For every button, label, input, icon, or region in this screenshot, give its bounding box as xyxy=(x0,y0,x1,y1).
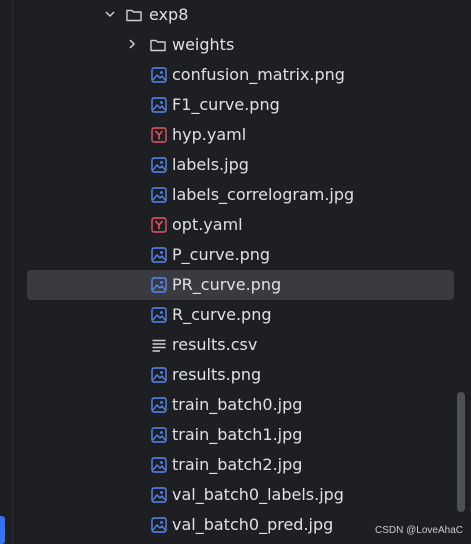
tree-item-file[interactable]: opt.yaml xyxy=(27,210,454,240)
folder-label: weights xyxy=(172,35,235,54)
file-label: confusion_matrix.png xyxy=(172,65,345,84)
watermark: CSDN @LoveAhaC xyxy=(375,525,463,536)
file-label: train_batch0.jpg xyxy=(172,395,303,414)
image-file-icon xyxy=(151,397,167,413)
folder-icon xyxy=(150,39,166,52)
chevron-down-icon[interactable] xyxy=(103,7,117,21)
image-file-icon xyxy=(151,67,167,83)
file-label: train_batch1.jpg xyxy=(172,425,303,444)
tree-item-file[interactable]: val_batch0_labels.jpg xyxy=(27,480,454,510)
image-file-icon xyxy=(151,427,167,443)
image-file-icon xyxy=(151,457,167,473)
yaml-file-icon xyxy=(151,127,167,143)
image-file-icon xyxy=(151,157,167,173)
folder-label: exp8 xyxy=(149,5,189,24)
file-label: F1_curve.png xyxy=(172,95,280,114)
tree-item-exp8[interactable]: exp8 xyxy=(97,0,457,30)
file-label: results.csv xyxy=(172,335,258,354)
tree-item-file[interactable]: labels_correlogram.jpg xyxy=(27,180,454,210)
tree-item-file[interactable]: hyp.yaml xyxy=(27,120,454,150)
file-label: labels_correlogram.jpg xyxy=(172,185,355,204)
image-file-icon xyxy=(151,367,167,383)
file-label: results.png xyxy=(172,365,262,384)
file-label: labels.jpg xyxy=(172,155,249,174)
tree-item-file[interactable]: confusion_matrix.png xyxy=(27,60,454,90)
tree-item-file[interactable]: results.png xyxy=(27,360,454,390)
file-label: PR_curve.png xyxy=(172,275,282,294)
folder-icon xyxy=(126,9,142,22)
image-file-icon xyxy=(151,97,167,113)
file-label: hyp.yaml xyxy=(172,125,247,144)
text-file-icon xyxy=(152,339,166,352)
tree-item-file[interactable]: train_batch1.jpg xyxy=(27,420,454,450)
yaml-file-icon xyxy=(151,217,167,233)
tree-item-file[interactable]: labels.jpg xyxy=(27,150,454,180)
file-label: val_batch0_labels.jpg xyxy=(172,485,344,504)
tree-item-file[interactable]: P_curve.png xyxy=(27,240,454,270)
chevron-right-icon[interactable] xyxy=(125,37,139,51)
tree-item-file[interactable]: train_batch0.jpg xyxy=(27,390,454,420)
file-label: opt.yaml xyxy=(172,215,243,234)
image-file-icon xyxy=(151,307,167,323)
project-tree[interactable]: exp8 weights confusion_matrix.png F1_curv… xyxy=(0,0,471,544)
tree-item-weights[interactable]: weights xyxy=(123,30,457,60)
image-file-icon xyxy=(151,487,167,503)
tree-item-file[interactable]: train_batch2.jpg xyxy=(27,450,454,480)
image-file-icon xyxy=(151,247,167,263)
image-file-icon xyxy=(151,187,167,203)
tree-item-file[interactable]: F1_curve.png xyxy=(27,90,454,120)
file-label: P_curve.png xyxy=(172,245,271,264)
file-label: train_batch2.jpg xyxy=(172,455,303,474)
tree-item-file[interactable]: PR_curve.png xyxy=(27,270,454,300)
file-label: R_curve.png xyxy=(172,305,272,324)
image-file-icon xyxy=(151,517,167,533)
vertical-scrollbar-thumb[interactable] xyxy=(457,392,465,512)
tree-item-file[interactable]: results.csv xyxy=(27,330,454,360)
tree-item-file[interactable]: R_curve.png xyxy=(27,300,454,330)
image-file-icon xyxy=(151,277,167,293)
file-label: val_batch0_pred.jpg xyxy=(172,515,334,534)
